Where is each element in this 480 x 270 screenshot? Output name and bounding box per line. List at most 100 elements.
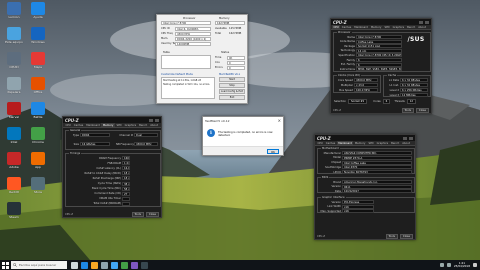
tab-mainboard[interactable]: Mainboard <box>336 141 354 145</box>
desktop-shortcut-label: Intel <box>10 141 18 144</box>
tab-caches[interactable]: Caches <box>324 141 336 145</box>
selection-dropdown[interactable]: Socket #1 <box>347 99 368 104</box>
desktop-shortcut[interactable]: Maps <box>26 52 50 70</box>
desktop-shortcut-label: Chrome <box>32 141 44 144</box>
ok-button[interactable]: OK <box>267 149 279 154</box>
tab-cpu[interactable]: CPU <box>316 141 324 145</box>
notifications-icon[interactable] <box>473 263 477 267</box>
tab-spd[interactable]: SPD <box>383 25 391 29</box>
tab-bench[interactable]: Bench <box>406 25 417 29</box>
store-icon[interactable] <box>101 261 108 269</box>
tab-graphics[interactable]: Graphics <box>391 25 405 29</box>
desktop-shortcut-label: Ayuda <box>33 16 43 19</box>
desktop-shortcut[interactable]: Store <box>26 177 50 195</box>
explorer-icon[interactable] <box>91 261 98 269</box>
start-button[interactable] <box>0 260 10 270</box>
desktop-shortcut[interactable]: Windows <box>26 27 50 45</box>
mail-icon[interactable] <box>111 261 118 269</box>
tab-memory[interactable]: Memory <box>369 25 383 29</box>
tab-about[interactable]: About <box>149 123 160 127</box>
tab-spd[interactable]: SPD <box>115 123 123 127</box>
tab-spd[interactable]: SPD <box>367 141 375 145</box>
info-row: Bus Speed 100.0 MHz <box>336 88 378 92</box>
tab-mainboard[interactable]: Mainboard <box>85 123 102 127</box>
close-icon[interactable] <box>409 136 413 140</box>
tab-mainboard[interactable]: Mainboard <box>353 25 370 29</box>
desktop-shortcut[interactable]: Office <box>26 77 50 95</box>
window-title: CPU-Z <box>317 135 331 141</box>
cpuz-cpu-window[interactable]: CPU-Z CPU Caches Mainboard Memory SPD Graphic… <box>330 18 432 114</box>
memtest-load-config-exit-button[interactable]: Load Config & Exit <box>219 89 245 94</box>
memtest-exit-button[interactable]: Exit <box>219 95 245 100</box>
tab-graphics[interactable]: Graphics <box>123 123 137 127</box>
tools-button[interactable]: Tools <box>401 107 414 113</box>
row-label: Size <box>73 142 79 146</box>
tab-memory[interactable]: Memory <box>353 141 367 145</box>
row-value: 16.0 clocks <box>122 166 130 171</box>
close-icon[interactable]: × <box>278 118 281 123</box>
close-button[interactable]: Close <box>399 233 413 239</box>
desktop-shortcut[interactable]: Ayuda <box>26 2 50 20</box>
chrome-icon[interactable] <box>121 261 128 269</box>
desktop-shortcut[interactable]: App <box>26 152 50 170</box>
desktop-shortcut[interactable]: Intel <box>2 127 26 145</box>
tab-about[interactable]: About <box>417 25 428 29</box>
close-button[interactable]: Close <box>145 211 159 217</box>
tab-caches[interactable]: Caches <box>340 25 352 29</box>
desktop-shortcut[interactable]: CPUID <box>2 52 26 70</box>
info-row: L1 Data 6 x 32 KBytes <box>386 78 428 82</box>
desktop-shortcut[interactable]: Este equipo <box>2 27 26 45</box>
tab-cpu[interactable]: CPU <box>64 123 72 127</box>
desktop-shortcut[interactable]: Chrome <box>26 127 50 145</box>
minimize-icon[interactable] <box>403 136 407 140</box>
close-icon[interactable] <box>425 20 429 24</box>
memtest-window[interactable]: Processor Memory Intel Core i7 8700 1627… <box>156 14 248 104</box>
info-row: Multiplier x 43.0 <box>336 83 378 87</box>
tools-button[interactable]: Tools <box>131 211 144 217</box>
desktop-shortcut[interactable]: Reddit <box>2 177 26 195</box>
desktop-shortcut[interactable]: Lumion <box>2 2 26 20</box>
cpuz-icon[interactable] <box>131 261 138 269</box>
tab-caches[interactable]: Caches <box>72 123 84 127</box>
desktop-shortcut[interactable]: Steam <box>2 202 26 220</box>
taskbar-clock[interactable]: 1:21 25/04/2018 <box>454 261 470 269</box>
row-value: 0611 <box>342 184 412 189</box>
tab-memory[interactable]: Memory <box>101 123 115 127</box>
recycle-bin-icon <box>7 77 21 90</box>
close-icon[interactable] <box>155 118 159 122</box>
task-view-icon[interactable] <box>71 261 78 269</box>
edge-icon[interactable] <box>81 261 88 269</box>
tab-cpu[interactable]: CPU <box>332 25 341 29</box>
tab-about[interactable]: About <box>401 141 412 145</box>
desktop-shortcut-label: Office <box>33 91 43 94</box>
tab-bench[interactable]: Bench <box>138 123 149 127</box>
minimize-icon[interactable] <box>149 118 153 122</box>
status-value-box: 0h <box>227 56 245 60</box>
cpuz-memory-window[interactable]: CPU-Z CPU Caches Mainboard Memory SPD Graphic… <box>62 116 162 218</box>
row-label: DRAM Idle Timer <box>99 197 122 201</box>
tab-bench[interactable]: Bench <box>390 141 401 145</box>
tools-button[interactable]: Tools <box>385 233 398 239</box>
network-icon[interactable] <box>439 263 444 267</box>
taskbar-search-box[interactable]: Escribe aquí para buscar <box>11 261 67 269</box>
row-value: x16 <box>342 204 374 209</box>
row-label: RAS# Precharge (tRP) <box>92 176 121 180</box>
info-row: Name Intel Core i7 8700 <box>336 35 402 39</box>
desktop-shortcut[interactable]: Adobe <box>2 152 26 170</box>
minimize-icon[interactable] <box>419 20 423 24</box>
row-value: Intel Core i7 8700 <box>356 35 402 39</box>
desktop-shortcut-label: Battle <box>33 116 43 119</box>
desktop-shortcut[interactable]: Battle <box>26 102 50 120</box>
volume-icon[interactable] <box>446 263 451 267</box>
steam-icon[interactable] <box>141 261 148 269</box>
desktop-shortcut[interactable]: Papelera <box>2 77 26 95</box>
dialog-titlebar[interactable]: TestMem5 v0.12 × <box>203 117 283 124</box>
memtest-stop-button[interactable]: Stop <box>219 83 245 88</box>
memtest-start-button[interactable]: Start <box>219 77 245 82</box>
tab-graphics[interactable]: Graphics <box>375 141 389 145</box>
cpuz-mainboard-window[interactable]: CPU-Z CPU Caches Mainboard Memory SPD Graphic… <box>314 134 416 240</box>
close-button[interactable]: Close <box>415 107 429 113</box>
row-label: Specification <box>338 53 355 57</box>
completion-dialog[interactable]: TestMem5 v0.12 × i The testing is comple… <box>202 116 284 156</box>
desktop-shortcut[interactable]: Marvel <box>2 102 26 120</box>
